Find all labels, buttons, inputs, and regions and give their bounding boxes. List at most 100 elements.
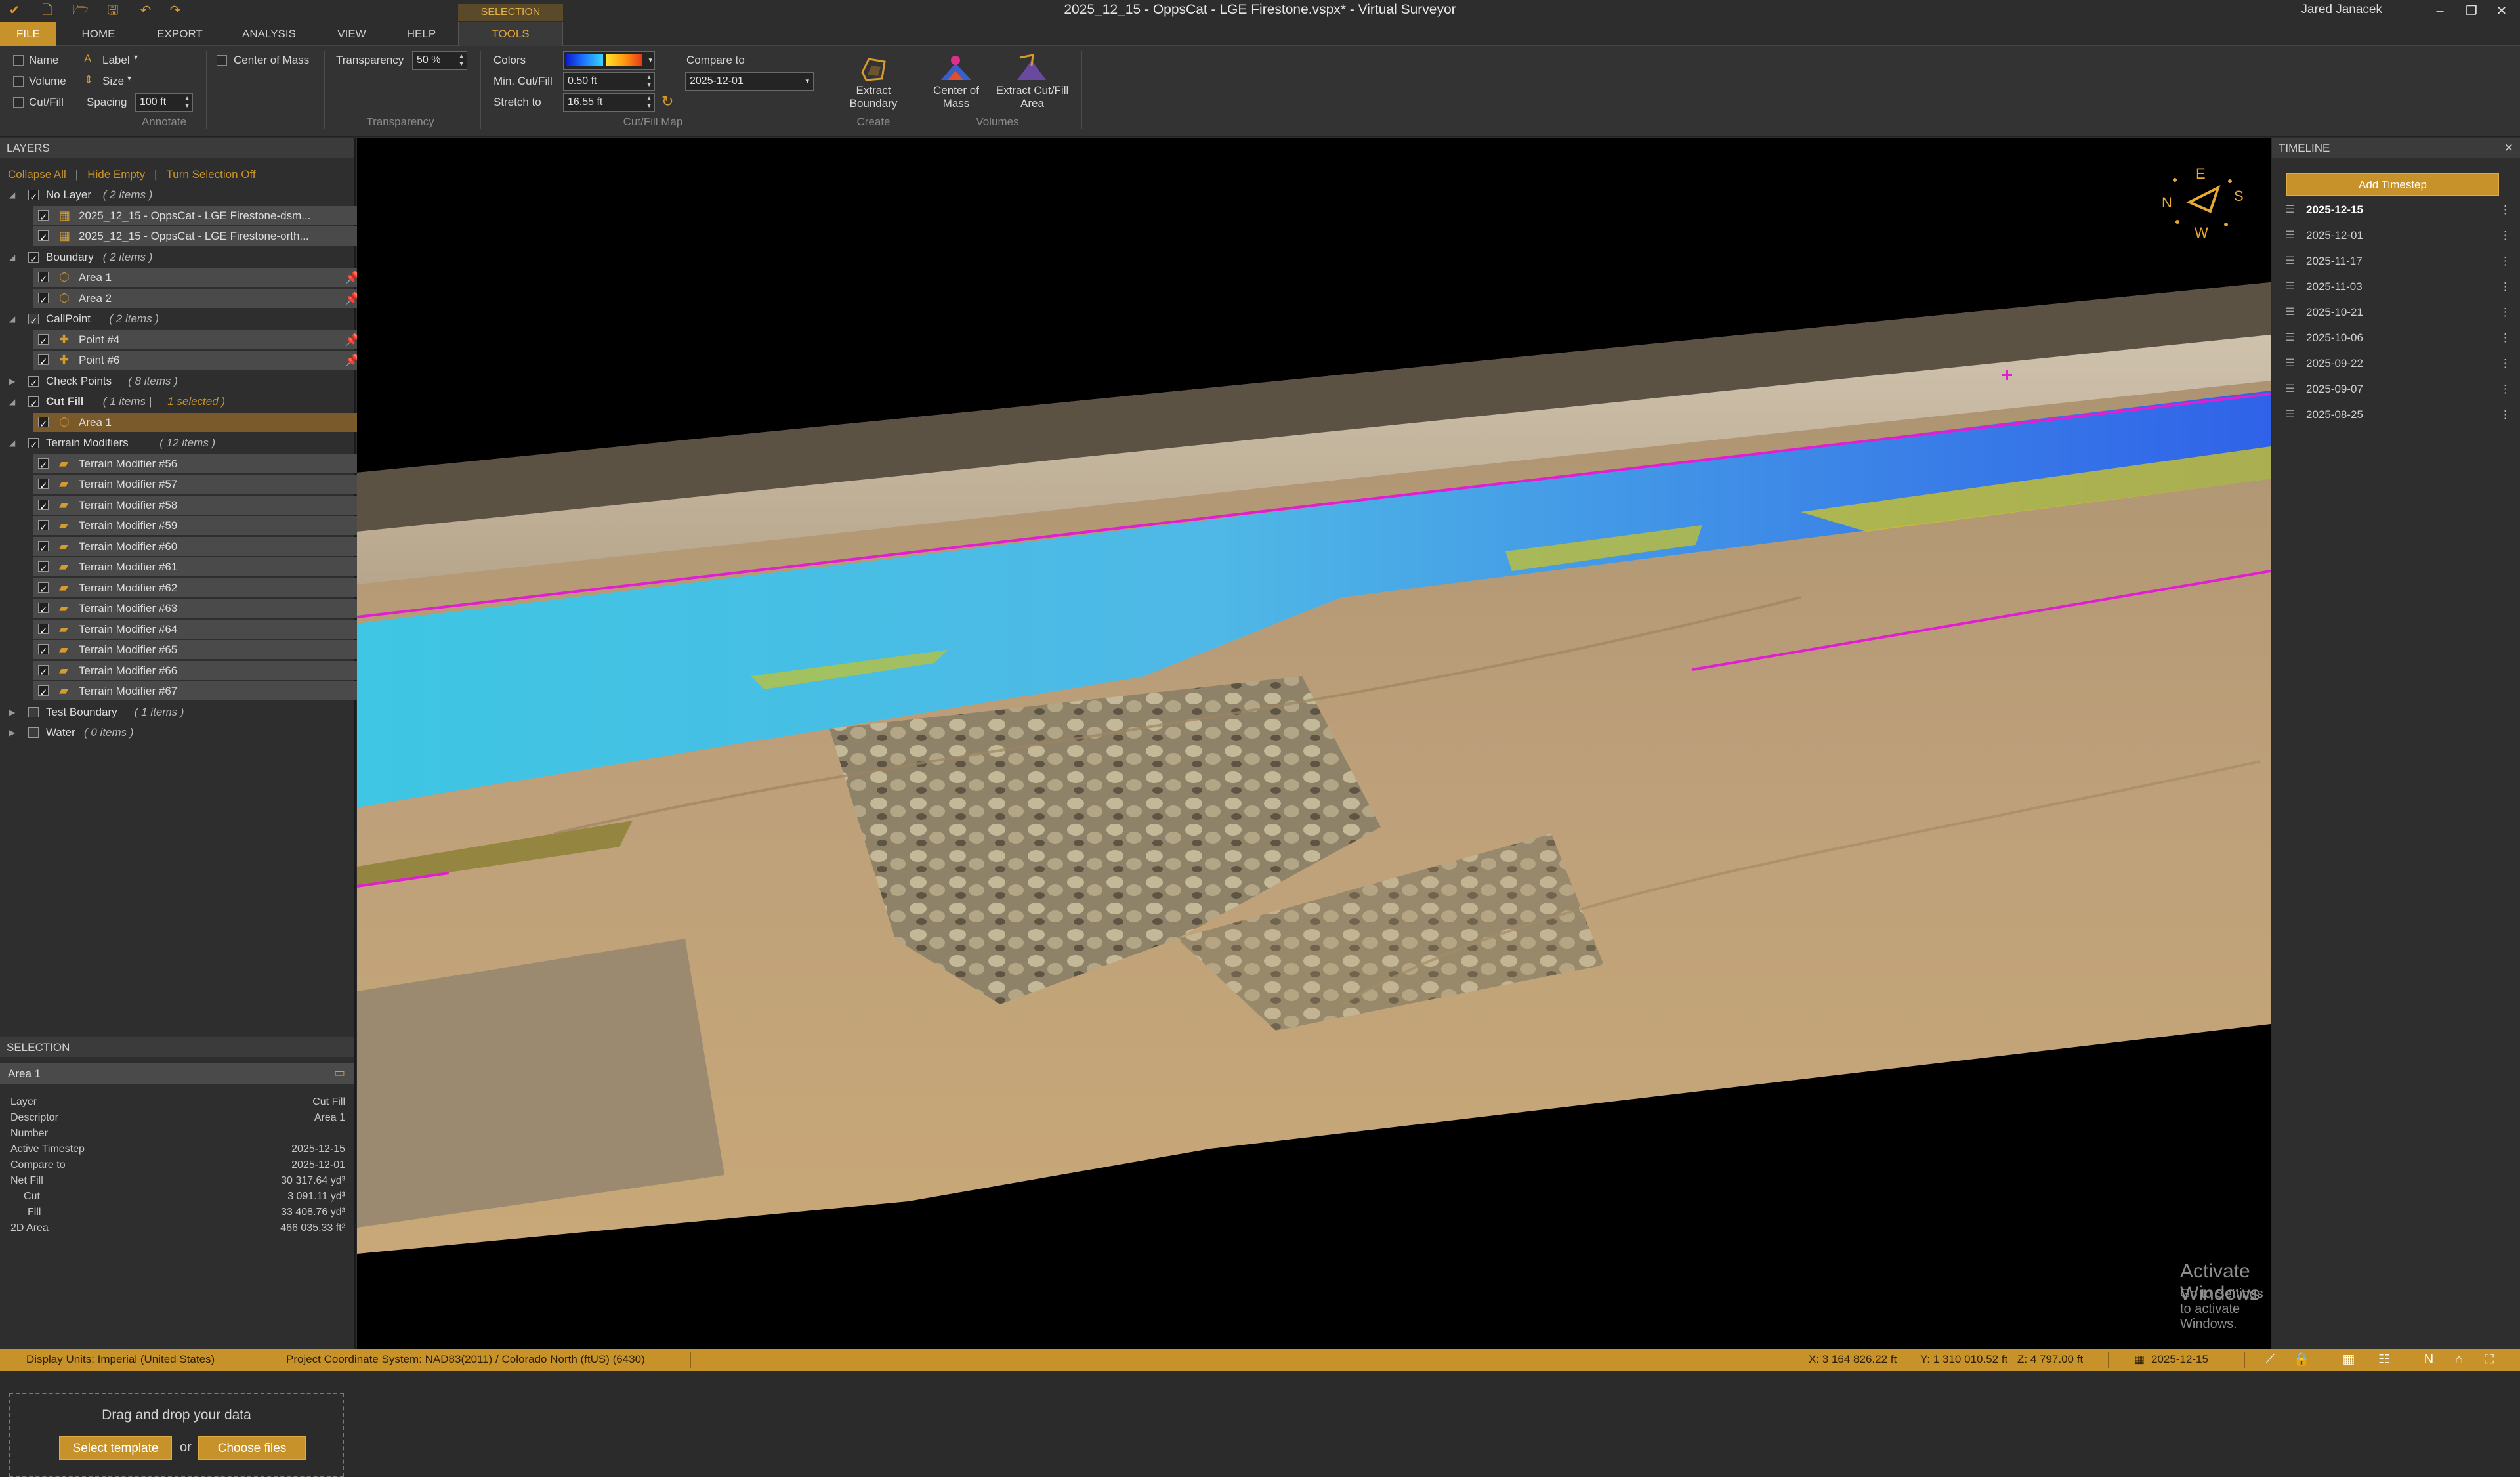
- layers-icon[interactable]: ☷: [2376, 1351, 2393, 1368]
- size-dropdown-icon[interactable]: ▾: [127, 74, 131, 83]
- layer-item-checkbox[interactable]: [38, 498, 49, 517]
- layer-item-checkbox[interactable]: [38, 580, 49, 600]
- layer-item[interactable]: ▦ 2025_12_15 - OppsCat - LGE Firestone-ds…: [33, 205, 366, 228]
- tab-tools[interactable]: TOOLS: [458, 22, 563, 46]
- drag-handle-icon[interactable]: ☰: [2285, 352, 2294, 375]
- layer-visibility-checkbox[interactable]: [28, 395, 39, 414]
- volume-checkbox[interactable]: [13, 76, 24, 87]
- collapse-arrow-icon[interactable]: ◢: [9, 309, 15, 329]
- layer-item[interactable]: ▰ Terrain Modifier #61: [33, 557, 366, 579]
- cutfill-checkbox[interactable]: [13, 97, 24, 108]
- layer-item[interactable]: ▰ Terrain Modifier #58: [33, 495, 366, 517]
- spacing-input[interactable]: 100 ft ▲ ▼: [135, 93, 193, 112]
- layer-item[interactable]: ▰ Terrain Modifier #60: [33, 536, 366, 559]
- user-name[interactable]: Jared Janacek: [2301, 3, 2382, 17]
- more-options-icon[interactable]: ⋮: [2500, 198, 2511, 222]
- tab-file[interactable]: FILE: [0, 22, 56, 46]
- timestep-item[interactable]: ☰ 2025-11-03 ⋮: [2285, 275, 2511, 299]
- color-ramp-dropdown[interactable]: ▾: [563, 51, 655, 70]
- layer-item-checkbox[interactable]: [38, 559, 49, 579]
- layer-visibility-checkbox[interactable]: [28, 312, 39, 332]
- transparency-stepper[interactable]: ▲ ▼: [458, 53, 465, 68]
- layer-group-test-boundary[interactable]: ▶ Test Boundary ( 1 items ): [0, 702, 354, 722]
- collapse-arrow-icon[interactable]: ◢: [9, 185, 15, 205]
- layer-item[interactable]: ▰ Terrain Modifier #66: [33, 660, 366, 683]
- layer-item-checkbox[interactable]: [38, 518, 49, 538]
- minimize-button[interactable]: –: [2426, 1, 2454, 21]
- layer-visibility-checkbox[interactable]: [28, 436, 39, 456]
- layer-visibility-checkbox[interactable]: [28, 250, 39, 270]
- layer-item[interactable]: ▰ Terrain Modifier #62: [33, 578, 366, 600]
- north-icon[interactable]: N: [2420, 1351, 2437, 1368]
- expand-arrow-icon[interactable]: ▶: [9, 723, 15, 742]
- layer-group-no-layer[interactable]: ◢ No Layer ( 2 items ): [0, 185, 354, 207]
- collapse-arrow-icon[interactable]: ◢: [9, 433, 15, 453]
- status-date[interactable]: 2025-12-15: [2151, 1353, 2208, 1366]
- center-of-mass-checkbox[interactable]: [217, 55, 227, 66]
- add-timestep-button[interactable]: Add Timestep: [2286, 173, 2499, 196]
- layer-item-checkbox[interactable]: [38, 683, 49, 703]
- maximize-button[interactable]: ❐: [2457, 1, 2486, 21]
- timestep-item[interactable]: ☰ 2025-09-07 ⋮: [2285, 377, 2511, 401]
- extract-cutfill-area-icon[interactable]: [1013, 51, 1049, 84]
- turn-selection-off-link[interactable]: Turn Selection Off: [167, 168, 256, 181]
- edit-icon[interactable]: ▭: [334, 1066, 345, 1080]
- layer-item[interactable]: ⬡Area 1📌: [33, 268, 366, 289]
- timestep-item[interactable]: ☰ 2025-11-17 ⋮: [2285, 249, 2511, 273]
- layer-visibility-checkbox[interactable]: [28, 188, 39, 207]
- layer-item-checkbox[interactable]: [38, 539, 49, 559]
- more-options-icon[interactable]: ⋮: [2500, 326, 2511, 350]
- layer-visibility-checkbox[interactable]: [28, 727, 39, 738]
- layer-visibility-checkbox[interactable]: [28, 374, 39, 394]
- dropzone[interactable]: Drag and drop your data Select template …: [9, 1393, 344, 1477]
- label-dropdown-icon[interactable]: ▾: [134, 53, 138, 62]
- close-button[interactable]: ✕: [2487, 1, 2516, 21]
- home-icon[interactable]: ⌂: [2450, 1351, 2468, 1368]
- stretch-input[interactable]: 16.55 ft ▲ ▼: [563, 93, 655, 112]
- collapse-arrow-icon[interactable]: ◢: [9, 247, 15, 267]
- tab-analysis[interactable]: ANALYSIS: [232, 22, 306, 46]
- drag-handle-icon[interactable]: ☰: [2285, 301, 2294, 324]
- layer-item[interactable]: ▰ Terrain Modifier #59: [33, 516, 366, 538]
- layer-group-terrain-modifiers[interactable]: ◢ Terrain Modifiers ( 12 items ): [0, 433, 354, 456]
- collapse-all-link[interactable]: Collapse All: [8, 168, 66, 181]
- lock-icon[interactable]: 🔒: [2293, 1351, 2310, 1368]
- compare-to-dropdown[interactable]: 2025-12-01 ▾: [685, 72, 814, 91]
- layer-item[interactable]: ▦ 2025_12_15 - OppsCat - LGE Firestone-or…: [33, 226, 366, 248]
- layer-item[interactable]: ▰ Terrain Modifier #57: [33, 475, 366, 496]
- tab-view[interactable]: VIEW: [324, 22, 379, 46]
- more-options-icon[interactable]: ⋮: [2500, 275, 2511, 299]
- layer-item-checkbox[interactable]: [38, 353, 49, 372]
- terrain-view[interactable]: [357, 138, 2271, 1349]
- layer-item[interactable]: ▰ Terrain Modifier #65: [33, 640, 366, 662]
- drag-handle-icon[interactable]: ☰: [2285, 275, 2294, 299]
- more-options-icon[interactable]: ⋮: [2500, 377, 2511, 401]
- layer-item[interactable]: ▰ Terrain Modifier #63: [33, 599, 366, 620]
- project-crs[interactable]: Project Coordinate System: NAD83(2011) /…: [286, 1353, 645, 1366]
- fullscreen-icon[interactable]: ⛶: [2481, 1351, 2498, 1368]
- timestep-item[interactable]: ☰ 2025-10-21 ⋮: [2285, 301, 2511, 324]
- timestep-item[interactable]: ☰ 2025-09-22 ⋮: [2285, 352, 2511, 375]
- tab-export[interactable]: EXPORT: [146, 22, 214, 46]
- layer-item[interactable]: ▰ Terrain Modifier #64: [33, 619, 366, 641]
- layer-group-check-points[interactable]: ▶ Check Points ( 8 items ): [0, 372, 354, 394]
- hide-empty-link[interactable]: Hide Empty: [87, 168, 145, 181]
- display-units[interactable]: Display Units: Imperial (United States): [26, 1353, 215, 1366]
- layer-group-boundary[interactable]: ◢ Boundary ( 2 items ): [0, 247, 354, 270]
- expand-arrow-icon[interactable]: ▶: [9, 372, 15, 391]
- layer-item-checkbox[interactable]: [38, 477, 49, 496]
- more-options-icon[interactable]: ⋮: [2500, 352, 2511, 375]
- expand-arrow-icon[interactable]: ▶: [9, 702, 15, 722]
- label-dropdown[interactable]: Label: [102, 54, 130, 67]
- drag-handle-icon[interactable]: ☰: [2285, 198, 2294, 222]
- center-of-mass-button[interactable]: Center of Mass: [921, 84, 991, 110]
- layer-group-cut-fill[interactable]: ◢ Cut Fill ( 1 items | 1 selected ): [0, 392, 354, 414]
- min-cutfill-stepper[interactable]: ▲ ▼: [646, 74, 652, 89]
- select-template-button[interactable]: Select template: [59, 1436, 172, 1460]
- name-checkbox[interactable]: [13, 55, 24, 66]
- timestep-item[interactable]: ☰ 2025-08-25 ⋮: [2285, 403, 2511, 427]
- layer-item-checkbox[interactable]: [38, 642, 49, 662]
- layer-item[interactable]: ⬡ Area 1: [33, 412, 366, 435]
- layer-item[interactable]: ▰ Terrain Modifier #56: [33, 454, 366, 476]
- close-icon[interactable]: ✕: [2504, 142, 2513, 155]
